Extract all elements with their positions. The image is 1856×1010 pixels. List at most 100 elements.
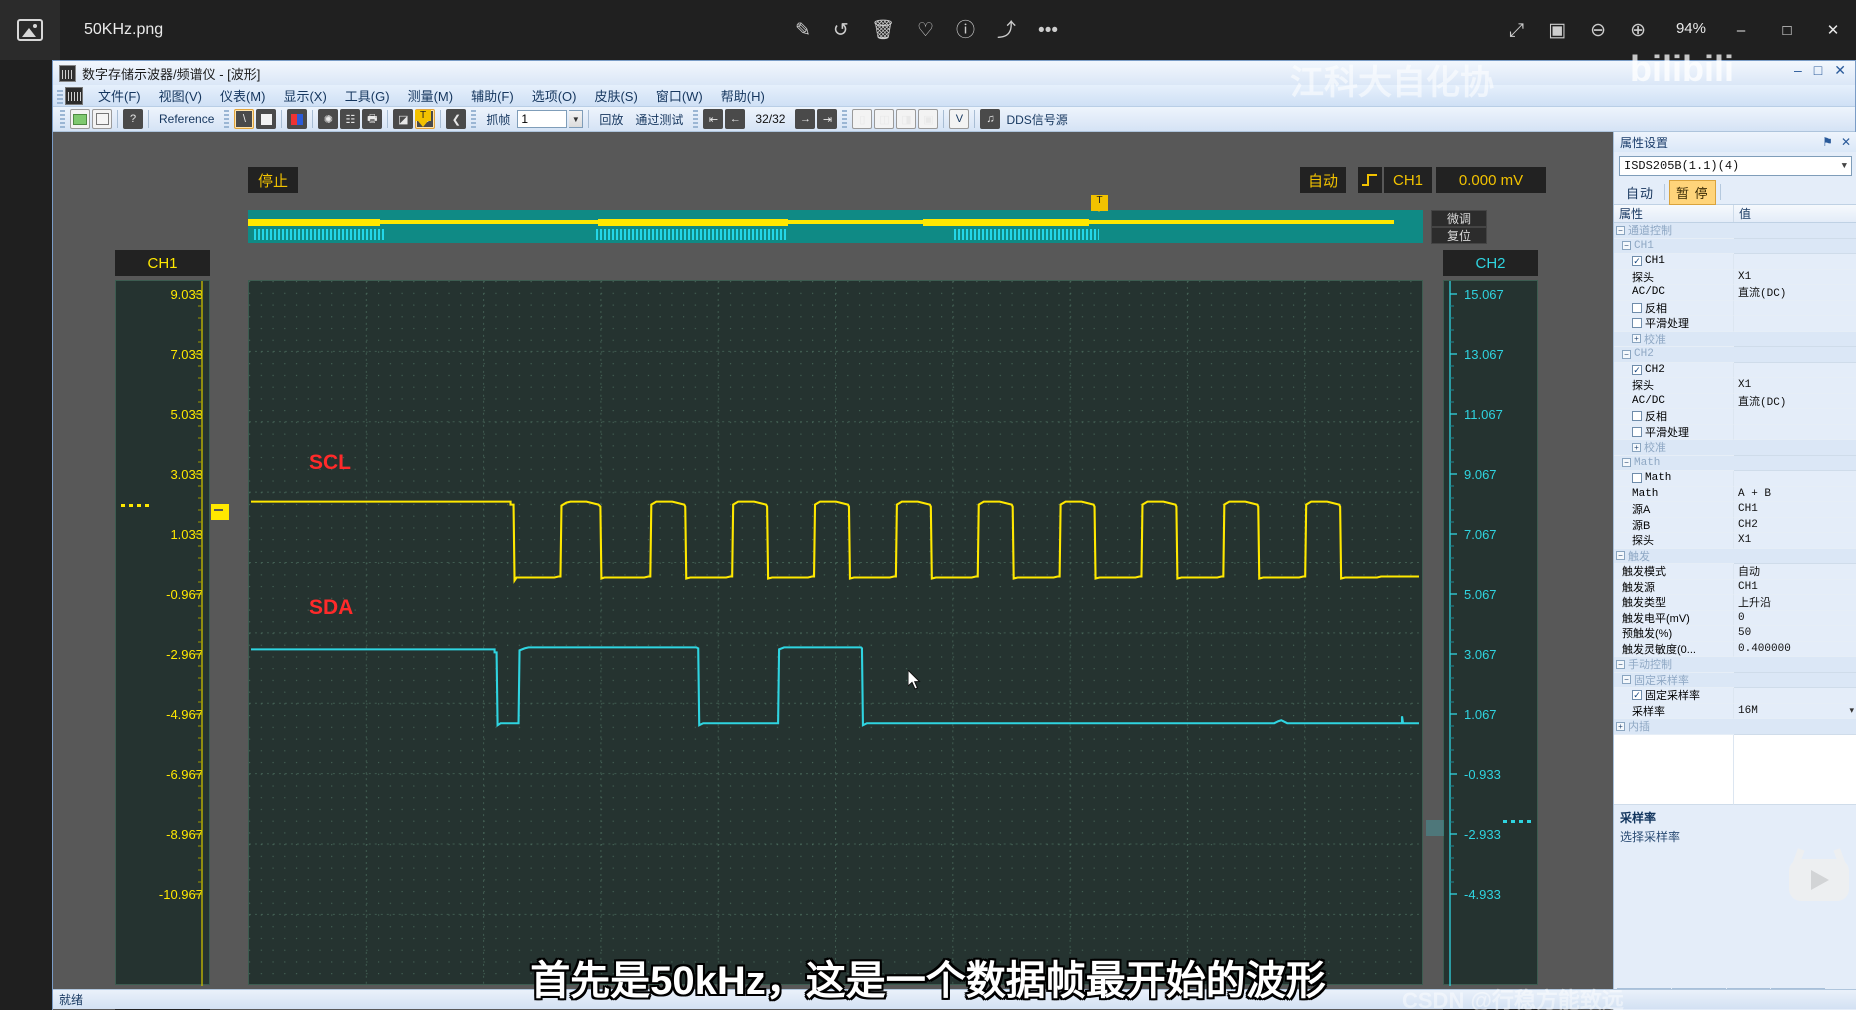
menu-skin[interactable]: 皮肤(S): [585, 84, 646, 107]
menu-drag-grip[interactable]: [57, 87, 63, 104]
help-button[interactable]: ?: [123, 109, 143, 129]
prev-frame-button[interactable]: ←: [725, 109, 746, 129]
reference-label[interactable]: Reference: [154, 112, 219, 126]
property-value-cell[interactable]: [1734, 254, 1856, 270]
property-row[interactable]: − CH2: [1614, 347, 1856, 363]
trigger-channel-badge[interactable]: CH1: [1384, 167, 1432, 193]
property-row[interactable]: 源A CH1: [1614, 502, 1856, 518]
collapse-icon[interactable]: −: [1622, 349, 1631, 359]
maximize-button[interactable]: □: [1764, 0, 1810, 60]
property-row[interactable]: ✓ CH2: [1614, 362, 1856, 378]
menu-view[interactable]: 视图(V): [150, 84, 211, 107]
property-value-cell[interactable]: [1734, 471, 1856, 487]
property-value-cell[interactable]: [1734, 363, 1856, 378]
property-row[interactable]: + 校准: [1614, 440, 1856, 456]
property-value-cell[interactable]: [1734, 456, 1856, 471]
property-value-cell[interactable]: 16M ▾: [1734, 704, 1856, 719]
menu-window[interactable]: 窗口(W): [647, 84, 712, 107]
property-row[interactable]: AC/DC 直流(DC): [1614, 285, 1856, 301]
expand-icon[interactable]: +: [1632, 442, 1641, 452]
trigger-level-value[interactable]: 0.000 mV: [1436, 167, 1546, 193]
trigger-mode-badge[interactable]: 自动: [1300, 167, 1347, 193]
property-row[interactable]: 平滑处理: [1614, 316, 1856, 332]
property-row[interactable]: AC/DC 直流(DC): [1614, 393, 1856, 409]
property-value-cell[interactable]: [1734, 719, 1856, 735]
waveform-overview-strip[interactable]: T: [248, 195, 1423, 243]
property-row[interactable]: − Math: [1614, 455, 1856, 471]
property-value-cell[interactable]: [1734, 347, 1856, 363]
waveform-canvas[interactable]: SCL SDA: [248, 280, 1423, 985]
collapse-icon[interactable]: −: [1616, 225, 1625, 235]
chevron-down-icon[interactable]: ▼: [1842, 161, 1847, 171]
osc-minimize-button[interactable]: –: [1789, 62, 1807, 79]
menu-help[interactable]: 帮助(H): [712, 84, 774, 107]
ch1-ground-marker[interactable]: [211, 504, 229, 520]
property-row[interactable]: 探头 X1: [1614, 378, 1856, 394]
tab-pause[interactable]: 暂 停: [1669, 179, 1716, 205]
expand-icon[interactable]: +: [1616, 721, 1625, 731]
checkbox-Math[interactable]: [1632, 473, 1642, 484]
rotate-icon[interactable]: ↺: [833, 21, 849, 40]
run-stop-status[interactable]: 停止: [248, 167, 298, 193]
property-value-cell[interactable]: 自动: [1734, 564, 1856, 580]
property-row[interactable]: − CH1: [1614, 238, 1856, 254]
property-value-cell[interactable]: [1734, 657, 1856, 673]
property-row[interactable]: ✓ CH1: [1614, 254, 1856, 270]
property-value-cell[interactable]: 直流(DC): [1734, 285, 1856, 301]
fullscreen-icon[interactable]: ⤢: [1509, 21, 1524, 40]
save-file-button[interactable]: [92, 109, 112, 129]
zoom-in-icon[interactable]: ⊕: [1630, 21, 1646, 40]
property-value-cell[interactable]: CH1: [1734, 502, 1856, 518]
layout-single-button[interactable]: ▯: [852, 109, 873, 129]
property-row[interactable]: Math A + B: [1614, 486, 1856, 502]
menu-file[interactable]: 文件(F): [89, 84, 150, 107]
collapse-icon[interactable]: −: [1616, 659, 1625, 669]
property-value-cell[interactable]: [1734, 673, 1856, 688]
property-value-cell[interactable]: [1734, 301, 1856, 316]
print-button[interactable]: 🖶: [362, 109, 383, 129]
toolbar-grip-3[interactable]: [471, 110, 477, 128]
playback-button[interactable]: 回放: [594, 111, 628, 128]
dds-source-label[interactable]: DDS信号源: [1002, 111, 1067, 128]
property-row[interactable]: 反相: [1614, 300, 1856, 316]
grid-columns-button[interactable]: ☷: [340, 109, 361, 129]
property-value-cell[interactable]: [1734, 688, 1856, 704]
snapshot-button[interactable]: ✺: [318, 109, 339, 129]
dds-source-icon[interactable]: ♫: [980, 109, 1001, 129]
frame-number-input[interactable]: [517, 110, 568, 128]
toolbar-grip-4[interactable]: [693, 110, 699, 128]
favorite-icon[interactable]: ♡: [917, 21, 934, 40]
cursor-tool-button[interactable]: \: [234, 109, 255, 129]
property-value-cell[interactable]: X1: [1734, 270, 1856, 285]
layout-split-button[interactable]: ◨: [896, 109, 917, 129]
property-value-cell[interactable]: CH2: [1734, 518, 1856, 533]
voltmeter-button[interactable]: V: [949, 109, 970, 129]
overview-trigger-marker[interactable]: T: [1091, 195, 1108, 212]
property-row[interactable]: 平滑处理: [1614, 424, 1856, 440]
checkbox-平滑处理[interactable]: [1632, 318, 1642, 329]
filmstrip-icon[interactable]: ▣: [1548, 21, 1566, 40]
waveform-plot[interactable]: SCL SDA: [248, 280, 1423, 985]
overview-reset-button[interactable]: 复位: [1431, 227, 1487, 244]
pass-test-button[interactable]: 通过测试: [630, 111, 688, 128]
toolbar-grip-1[interactable]: [60, 110, 65, 128]
collapse-icon[interactable]: −: [1622, 241, 1631, 251]
property-row[interactable]: 源B CH2: [1614, 517, 1856, 533]
property-value-cell[interactable]: X1: [1734, 378, 1856, 394]
menu-instrument[interactable]: 仪表(M): [211, 84, 275, 107]
overview-fine-tune-button[interactable]: 微调: [1431, 210, 1487, 227]
menu-options[interactable]: 选项(O): [523, 84, 586, 107]
property-row[interactable]: 反相: [1614, 409, 1856, 425]
property-row[interactable]: 预触发(%) 50: [1614, 626, 1856, 642]
property-row[interactable]: + 内插: [1614, 719, 1856, 735]
property-row[interactable]: 触发源 CH1: [1614, 579, 1856, 595]
measure-ruler-button[interactable]: ◪: [393, 109, 414, 129]
checkbox-固定采样率[interactable]: ✓: [1632, 690, 1642, 701]
zoom-out-icon[interactable]: ⊖: [1590, 21, 1606, 40]
property-value-cell[interactable]: [1734, 425, 1856, 440]
property-row[interactable]: − 通道控制: [1614, 223, 1856, 239]
property-row[interactable]: 触发电平(mV) 0: [1614, 610, 1856, 626]
device-select[interactable]: ISDS205B(1.1)(4) ▼: [1619, 156, 1852, 176]
frame-spinner-dropdown[interactable]: ▼: [569, 110, 584, 128]
collapse-icon[interactable]: −: [1616, 551, 1625, 561]
